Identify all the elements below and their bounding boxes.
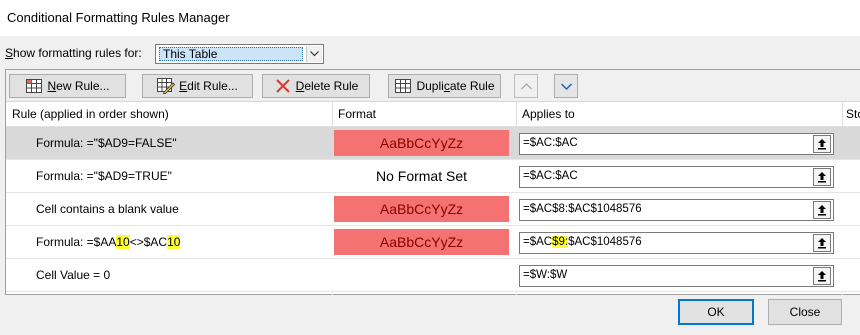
rule-row[interactable]: Formula: ="$AD9=TRUE" No Format Set =$AC…: [6, 160, 860, 193]
title-bar: Conditional Formatting Rules Manager: [0, 0, 860, 36]
move-down-button[interactable]: [554, 74, 578, 98]
applies-to-field[interactable]: =$AC:$AC: [519, 166, 834, 188]
chevron-down-icon[interactable]: [306, 46, 322, 62]
highlighted-text: 10: [116, 235, 130, 249]
show-rules-select[interactable]: This Table: [155, 44, 324, 64]
rule-description: Cell Value = 0: [36, 268, 111, 282]
close-icon: [274, 78, 292, 94]
chevron-down-icon: [560, 79, 572, 93]
applies-to-field[interactable]: =$AC$8:$AC$1048576: [519, 199, 834, 221]
rule-description: Formula: ="$AD9=FALSE": [36, 136, 177, 150]
applies-to-value: =$AC$8:$AC$1048576: [523, 203, 642, 215]
applies-to-value: =$AC:$AC: [523, 137, 578, 149]
applies-to-value: =$AC:$AC: [523, 170, 578, 182]
format-preview: AaBbCcYyZz: [334, 229, 509, 255]
delete-rule-button[interactable]: Delete Rule: [262, 74, 370, 98]
move-up-button[interactable]: [514, 74, 538, 98]
rule-row[interactable]: Formula: =$AA10<>$AC10 AaBbCcYyZz =$AC$9…: [6, 226, 860, 259]
rule-description: Cell contains a blank value: [36, 202, 179, 216]
rules-toolbar: New Rule... Edit Rule... Delete Rule Dup…: [6, 70, 860, 102]
range-select-icon[interactable]: [813, 168, 831, 186]
rule-row[interactable]: Formula: ="$AD9=FALSE" AaBbCcYyZz =$AC:$…: [6, 127, 860, 160]
range-select-icon[interactable]: [813, 267, 831, 285]
edit-rule-button[interactable]: Edit Rule...: [142, 74, 253, 98]
format-preview: No Format Set: [375, 168, 468, 184]
applies-to-field[interactable]: =$AC:$AC: [519, 133, 834, 155]
range-select-icon[interactable]: [813, 201, 831, 219]
column-header-stop-if-true[interactable]: Stop If True: [842, 102, 860, 127]
rule-row[interactable]: Cell Value = 0 =$W:$W: [6, 259, 860, 292]
applies-to-value: =$AC$9:$AC$1048576: [523, 236, 642, 248]
column-header-format[interactable]: Format: [332, 102, 516, 127]
range-select-icon[interactable]: [813, 234, 831, 252]
window-title: Conditional Formatting Rules Manager: [7, 10, 230, 25]
applies-to-value: =$W:$W: [523, 269, 568, 281]
new-rule-label: New Rule...: [47, 79, 110, 93]
applies-to-field[interactable]: =$AC$9:$AC$1048576: [519, 232, 834, 254]
duplicate-rule-icon: [394, 78, 412, 94]
format-preview: AaBbCcYyZz: [334, 196, 509, 222]
column-header-applies-to[interactable]: Applies to: [516, 102, 842, 127]
rule-description: Formula: =$AA10<>$AC10: [36, 235, 181, 249]
duplicate-rule-label: Duplicate Rule: [416, 79, 495, 93]
rule-description: Formula: ="$AD9=TRUE": [36, 169, 172, 183]
ok-button[interactable]: OK: [678, 299, 754, 325]
new-rule-button[interactable]: New Rule...: [9, 74, 126, 98]
show-rules-selected-value: This Table: [159, 47, 303, 61]
highlighted-text: $9:: [552, 236, 569, 248]
rules-panel: New Rule... Edit Rule... Delete Rule Dup…: [5, 69, 860, 295]
close-button[interactable]: Close: [768, 299, 842, 325]
highlighted-text: 10: [167, 235, 181, 249]
format-preview: AaBbCcYyZz: [334, 130, 509, 156]
duplicate-rule-button[interactable]: Duplicate Rule: [388, 74, 501, 98]
new-rule-icon: [25, 78, 43, 94]
chevron-up-icon: [520, 79, 532, 93]
format-preview: [334, 262, 509, 288]
rule-row[interactable]: Cell contains a blank value AaBbCcYyZz =…: [6, 193, 860, 226]
delete-rule-label: Delete Rule: [295, 79, 359, 93]
edit-rule-icon: [157, 78, 176, 94]
range-select-icon[interactable]: [813, 135, 831, 153]
applies-to-field[interactable]: =$W:$W: [519, 265, 834, 287]
edit-rule-label: Edit Rule...: [179, 79, 238, 93]
column-header-rule[interactable]: Rule (applied in order shown): [6, 102, 332, 127]
show-rules-label: Show formatting rules for:: [5, 46, 142, 60]
rules-grid-header: Rule (applied in order shown) Format App…: [6, 102, 860, 127]
